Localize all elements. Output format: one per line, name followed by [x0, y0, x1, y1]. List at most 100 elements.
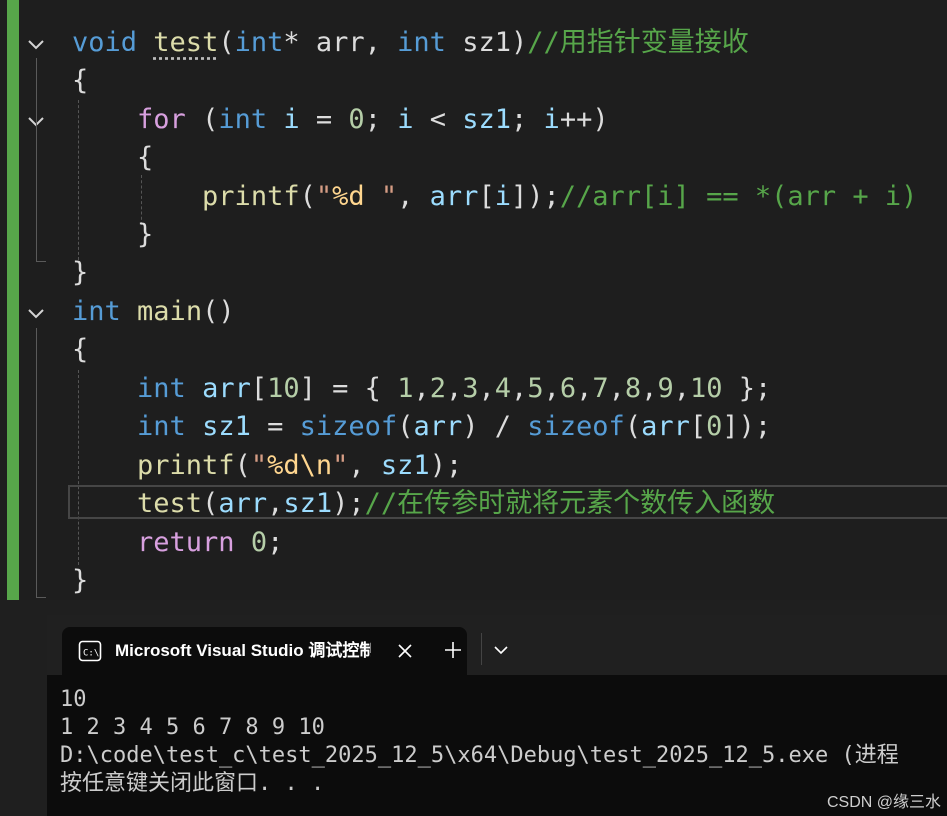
- code-token: test: [137, 488, 203, 519]
- code-token: ,: [267, 488, 284, 519]
- code-token: //arr[i] == *(arr + i): [559, 181, 918, 212]
- code-token: ": [250, 450, 268, 481]
- code-token: ]);: [510, 181, 560, 212]
- svg-text:C:\: C:\: [83, 649, 99, 659]
- code-token: );: [429, 450, 463, 481]
- code-line[interactable]: test(arr,sz1);//在传参时就将元素个数传入函数: [72, 485, 775, 523]
- code-line[interactable]: {: [72, 331, 88, 369]
- code-line[interactable]: return 0;: [72, 524, 283, 562]
- code-token: ,: [348, 450, 381, 481]
- code-token: 7: [592, 373, 609, 404]
- code-token: );: [332, 488, 365, 519]
- code-token: arr: [202, 373, 251, 404]
- code-token: * arr,: [283, 27, 398, 58]
- close-icon[interactable]: [395, 641, 415, 661]
- code-token: {: [72, 142, 154, 173]
- code-token: ,: [397, 181, 430, 212]
- code-token: (: [624, 411, 642, 442]
- code-token: ++): [559, 104, 609, 135]
- code-token: ,: [478, 373, 495, 404]
- code-token: {: [72, 334, 89, 365]
- code-token: 0: [250, 527, 268, 558]
- code-token: arr: [218, 488, 268, 519]
- plus-icon[interactable]: [443, 640, 463, 660]
- code-token: 6: [559, 373, 577, 404]
- code-token: 5: [527, 373, 544, 404]
- code-token: 10: [267, 373, 300, 404]
- code-line[interactable]: }: [72, 254, 88, 292]
- code-token: ": [332, 450, 349, 481]
- tab-divider: [481, 633, 482, 665]
- code-token: sz1: [202, 411, 251, 442]
- code-token: sz1: [462, 104, 512, 135]
- code-token: 0: [348, 104, 365, 135]
- code-editor[interactable]: void test(int* arr, int sz1)//用指针变量接收{ f…: [0, 0, 947, 600]
- code-line[interactable]: {: [72, 139, 153, 177]
- code-line[interactable]: int sz1 = sizeof(arr) / sizeof(arr[0]);: [72, 408, 771, 446]
- code-token: }: [72, 257, 89, 288]
- code-token: 3: [462, 373, 479, 404]
- code-token: int: [234, 27, 284, 58]
- code-token: return: [137, 527, 235, 558]
- code-line[interactable]: }: [72, 562, 88, 600]
- code-token: main: [137, 296, 203, 327]
- code-token: ,: [413, 373, 430, 404]
- code-token: =: [299, 104, 349, 135]
- code-token: (): [202, 296, 235, 327]
- code-token: 1: [397, 373, 414, 404]
- fold-chevron-down-icon[interactable]: [25, 302, 47, 324]
- console-tab[interactable]: C:\ Microsoft Visual Studio 调试控制台: [62, 627, 467, 675]
- code-line[interactable]: {: [72, 62, 88, 100]
- debug-console-window[interactable]: C:\ Microsoft Visual Studio 调试控制台 10 1 2…: [47, 615, 947, 816]
- code-token: [: [689, 411, 707, 442]
- change-indicator-bar: [7, 0, 19, 600]
- code-token: =: [250, 411, 300, 442]
- code-token: 10: [689, 373, 723, 404]
- code-line[interactable]: printf("%d ", arr[i]);//arr[i] == *(arr …: [72, 178, 917, 216]
- code-token: %d\n: [267, 450, 333, 481]
- code-token: 2: [429, 373, 446, 404]
- console-tab-title: Microsoft Visual Studio 调试控制台: [115, 641, 371, 660]
- console-output-line: 1 2 3 4 5 6 7 8 9 10: [60, 715, 325, 740]
- code-token: {: [72, 65, 89, 96]
- code-token: (: [185, 104, 219, 135]
- console-icon: C:\: [78, 640, 102, 662]
- code-line[interactable]: int main(): [72, 293, 235, 331]
- code-line[interactable]: }: [72, 216, 153, 254]
- code-token: i: [543, 104, 560, 135]
- code-token: [: [478, 181, 495, 212]
- code-token: sz1: [283, 488, 333, 519]
- code-token: };: [722, 373, 772, 404]
- code-line[interactable]: int arr[10] = { 1,2,3,4,5,6,7,8,9,10 };: [72, 370, 771, 408]
- code-token: (: [397, 411, 414, 442]
- code-token: %d: [332, 181, 365, 212]
- code-token: i: [283, 104, 300, 135]
- code-token: sizeof: [299, 411, 398, 442]
- chevron-down-icon[interactable]: [492, 643, 510, 657]
- code-token: int: [218, 104, 268, 135]
- code-token: ,: [445, 373, 463, 404]
- code-token: 0: [706, 411, 723, 442]
- code-token: ,: [511, 373, 528, 404]
- code-token: }: [72, 219, 154, 250]
- code-line[interactable]: printf("%d\n", sz1);: [72, 447, 462, 485]
- code-token: ,: [576, 373, 593, 404]
- fold-chevron-down-icon[interactable]: [25, 33, 47, 55]
- code-token: int: [397, 27, 446, 58]
- code-token: ;: [364, 104, 398, 135]
- code-token: int: [137, 411, 186, 442]
- console-output-line: 按任意键关闭此窗口. . .: [60, 771, 325, 796]
- outline-end: [36, 261, 46, 262]
- code-line[interactable]: void test(int* arr, int sz1)//用指针变量接收: [72, 24, 749, 62]
- code-line[interactable]: for (int i = 0; i < sz1; i++): [72, 101, 609, 139]
- code-token: ;: [511, 104, 544, 135]
